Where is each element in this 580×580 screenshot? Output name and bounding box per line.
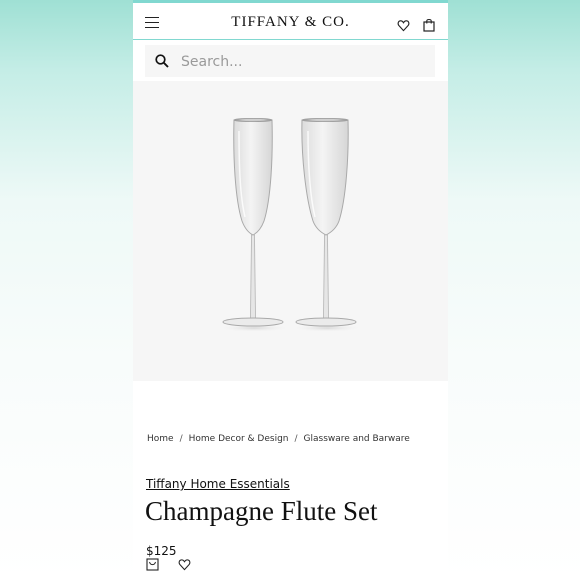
mobile-page: TIFFANY & CO. Search... Home / Home Deco… bbox=[133, 0, 448, 580]
champagne-flutes-image bbox=[218, 117, 363, 332]
engraving-bag-icon[interactable] bbox=[146, 558, 159, 576]
breadcrumb-glassware[interactable]: Glassware and Barware bbox=[304, 434, 410, 444]
breadcrumb-separator: / bbox=[294, 434, 298, 444]
product-price: $125 bbox=[146, 544, 177, 558]
search-icon[interactable] bbox=[155, 54, 169, 73]
breadcrumb-home[interactable]: Home bbox=[147, 434, 174, 444]
search-input[interactable] bbox=[179, 50, 423, 74]
heart-icon[interactable] bbox=[397, 19, 410, 37]
breadcrumb: Home / Home Decor & Design / Glassware and B… bbox=[147, 434, 410, 444]
breadcrumb-home-decor[interactable]: Home Decor & Design bbox=[189, 434, 289, 444]
shopping-bag-icon[interactable] bbox=[423, 18, 435, 37]
breadcrumb-separator: / bbox=[179, 434, 183, 444]
search-bar[interactable] bbox=[145, 45, 435, 77]
product-title: Champagne Flute Set bbox=[145, 496, 378, 526]
product-image[interactable] bbox=[133, 81, 448, 381]
heart-icon[interactable] bbox=[178, 558, 191, 576]
search-area bbox=[133, 41, 448, 81]
collection-link[interactable]: Tiffany Home Essentials bbox=[146, 477, 290, 491]
site-header: TIFFANY & CO. bbox=[133, 3, 448, 40]
